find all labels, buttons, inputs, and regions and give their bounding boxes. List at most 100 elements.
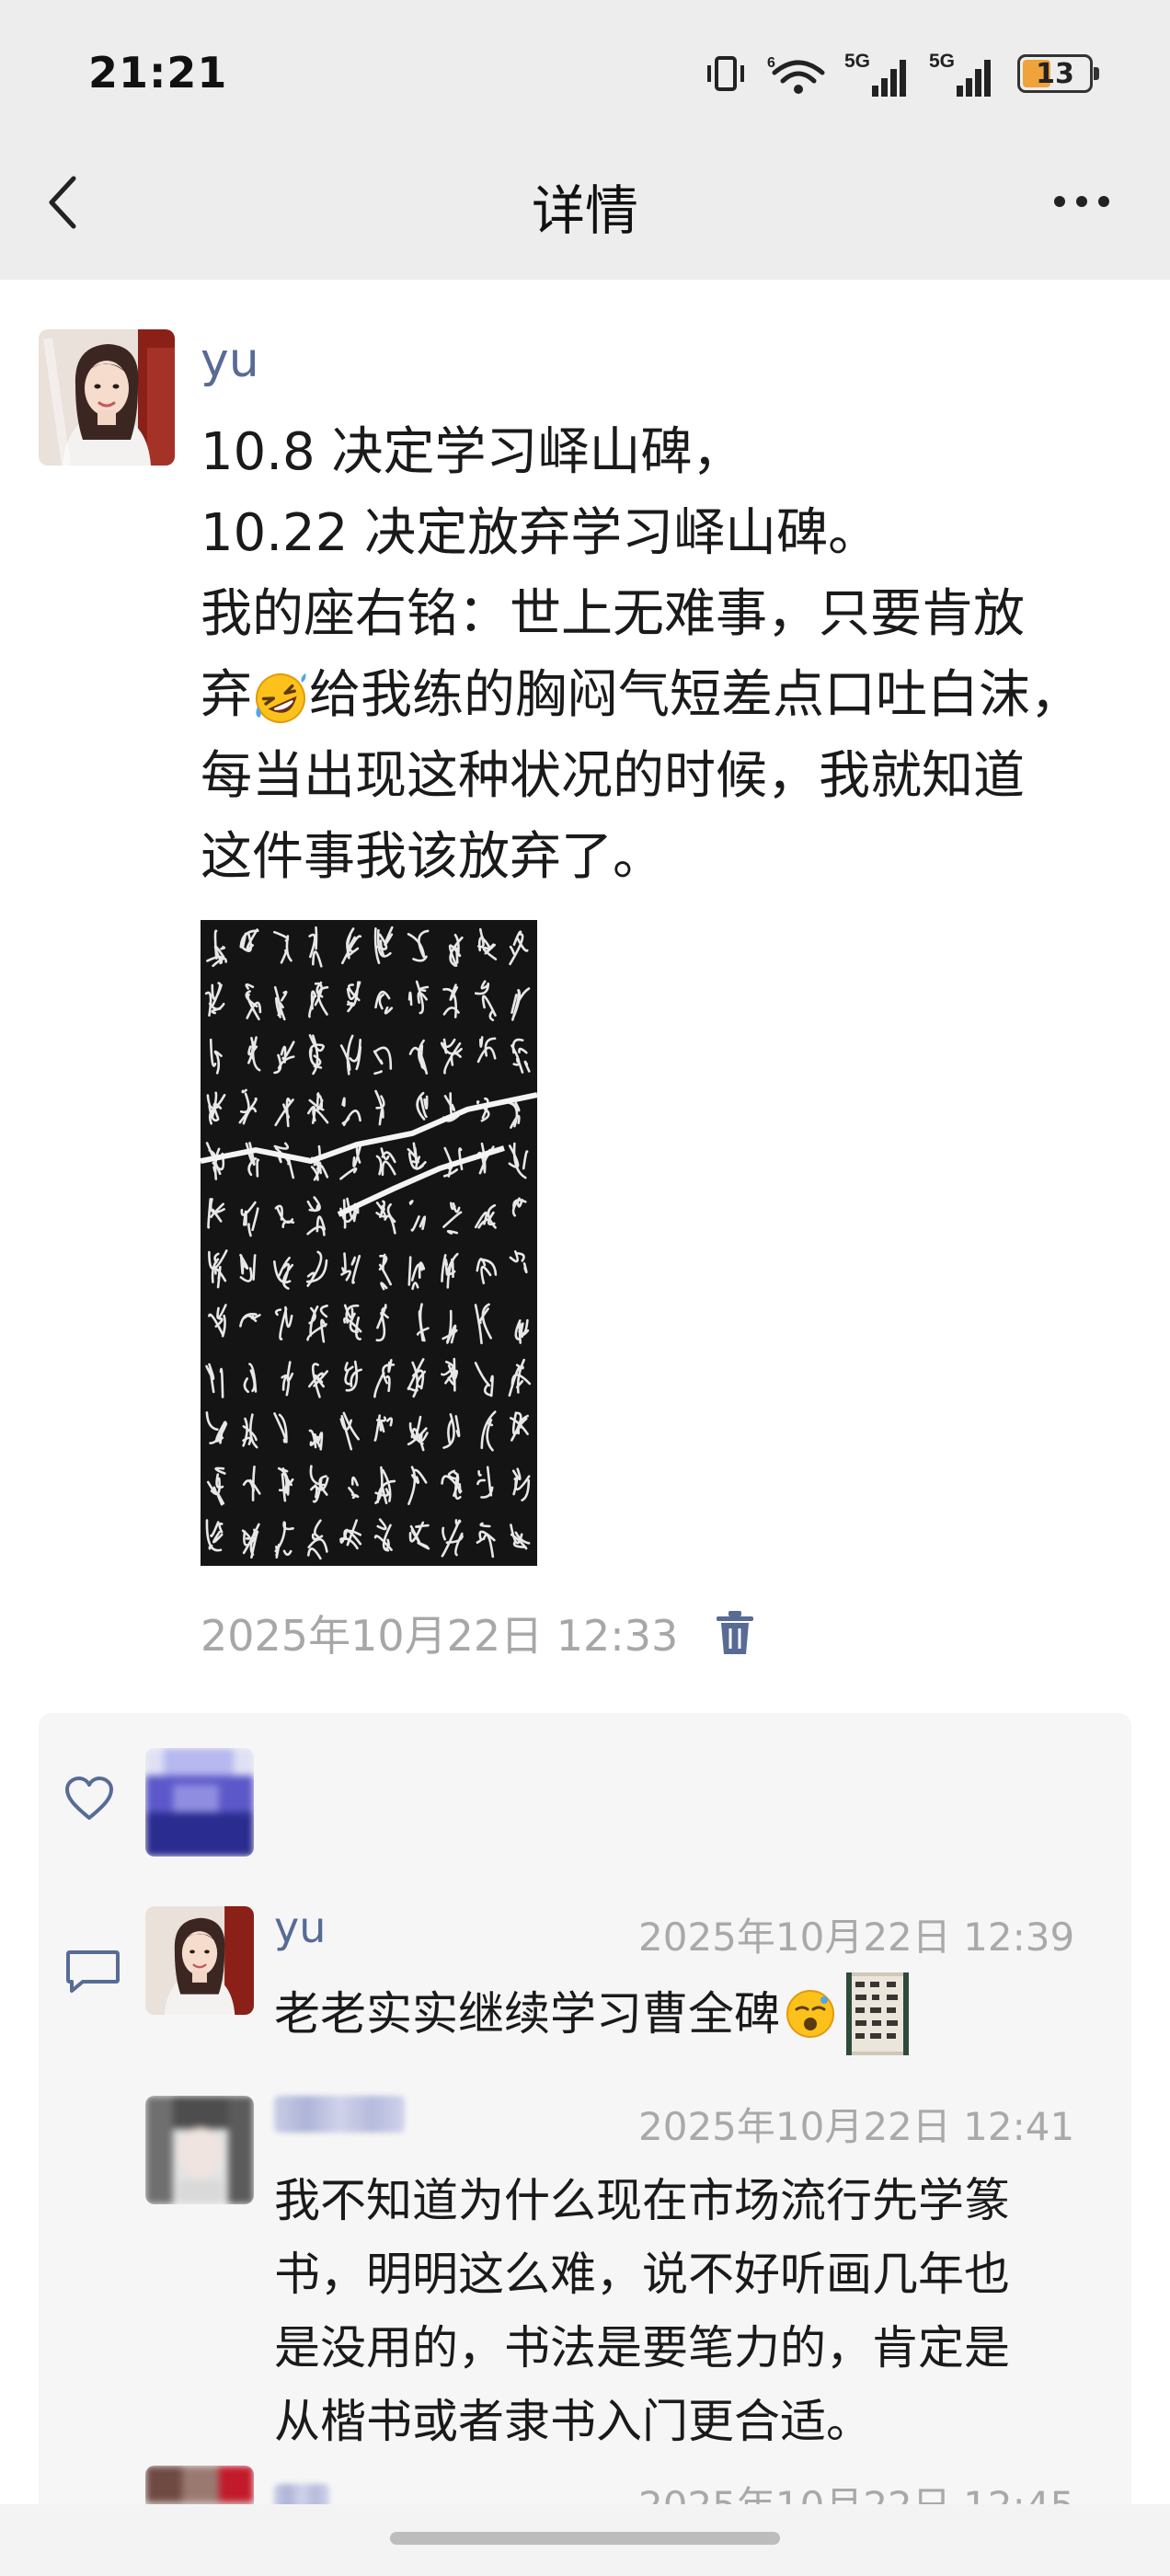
post-text-line: 弃 给我练的胸闷气短差点口吐白沫， <box>201 655 1130 736</box>
stele-glyph <box>242 1466 261 1501</box>
network-label: 5G <box>844 51 870 72</box>
comment-text-body: 老老实实继续学习曹全碑 <box>274 1987 780 2041</box>
stele-glyph <box>309 1465 329 1503</box>
stele-glyph <box>273 985 288 1021</box>
stele-glyph <box>307 981 329 1018</box>
stele-glyph <box>373 1518 393 1552</box>
stele-glyph <box>239 928 259 952</box>
post-text-line: 10.22 决定放弃学习峄山碑。 <box>201 503 880 563</box>
stele-glyph <box>476 1258 498 1284</box>
stele-glyph <box>209 1038 223 1075</box>
stele-glyph <box>441 1469 463 1500</box>
top-bar: 21:21 6 5G 5G 13 详情 <box>0 0 1170 280</box>
avatar[interactable] <box>39 329 175 466</box>
stele-glyph <box>407 1466 428 1505</box>
comment-author[interactable]: yu <box>274 1903 326 1952</box>
more-dots-icon <box>1054 196 1109 207</box>
awkward-emoji <box>786 1990 834 2038</box>
stele-glyph <box>407 1256 426 1291</box>
stele-glyph <box>476 1522 496 1558</box>
stele-glyph <box>511 1197 527 1217</box>
stele-glyph <box>339 1034 362 1075</box>
stele-glyph <box>477 927 498 960</box>
stele-glyph <box>480 1410 497 1452</box>
stele-glyph <box>204 982 225 1017</box>
network-label: 5G <box>929 51 955 72</box>
stele-glyph <box>273 1256 294 1290</box>
comment-avatar[interactable] <box>145 1906 254 2015</box>
stele-glyph <box>238 1088 258 1125</box>
comment-author-blurred[interactable] <box>274 2484 329 2504</box>
stele-glyph <box>476 1466 494 1499</box>
liker-avatar[interactable] <box>145 1748 254 1857</box>
post-text-line: 给我练的胸闷气短差点口吐白沫， <box>309 665 1082 725</box>
stele-glyph <box>474 980 497 1022</box>
wifi-icon: 6 <box>767 55 825 94</box>
vibrate-icon <box>707 56 744 91</box>
stele-glyph <box>206 1091 226 1125</box>
home-indicator[interactable] <box>390 2532 780 2545</box>
stele-glyph <box>416 1091 429 1121</box>
comment-time: 2025年10月22日 12:41 <box>638 2104 1075 2149</box>
stele-glyph <box>375 1200 396 1235</box>
stele-glyph <box>408 1039 429 1075</box>
stele-glyph <box>339 1519 362 1550</box>
stele-glyph <box>375 1304 389 1342</box>
post-text-line: 这件事我该放弃了。 <box>201 827 664 887</box>
comment-text-line: 书，明明这么难，说不好听画几年也 <box>274 2248 1010 2301</box>
stele-glyph <box>340 1252 361 1284</box>
stele-glyph <box>510 1524 531 1550</box>
stele-glyph <box>341 1097 361 1127</box>
stele-glyph <box>348 1476 360 1500</box>
comment-avatar[interactable] <box>145 2466 254 2504</box>
stele-glyph <box>442 1309 458 1344</box>
stele-glyph <box>378 1253 392 1291</box>
stele-glyph <box>274 1521 294 1559</box>
stele-glyph <box>373 1414 394 1442</box>
comment-image-thumbnail[interactable] <box>846 1972 909 2055</box>
stele-glyph <box>442 1413 461 1449</box>
comment-avatar[interactable] <box>145 2096 254 2204</box>
signal-icon: 5G <box>844 51 906 97</box>
stele-glyph <box>474 1303 492 1345</box>
stele-glyph <box>247 1036 261 1072</box>
post-timestamp: 2025年10月22日 12:33 <box>201 1611 679 1661</box>
comment-time: 2025年10月22日 12:45 <box>638 2475 1074 2504</box>
stele-glyph <box>508 1358 532 1397</box>
stele-rubbing-image[interactable] <box>201 920 537 1566</box>
stele-glyph <box>441 1252 459 1289</box>
stele-glyph <box>239 1312 261 1328</box>
stele-glyph <box>408 1521 430 1550</box>
stele-glyph <box>448 934 464 967</box>
stele-glyph <box>510 1411 529 1442</box>
post-text-fragment: 弃 <box>201 665 252 725</box>
stele-glyph <box>206 1466 226 1506</box>
battery-level: 13 <box>1036 57 1074 90</box>
stele-glyph <box>239 1254 257 1282</box>
stele-glyph <box>441 1357 459 1392</box>
stele-glyph <box>307 1519 328 1560</box>
stele-glyph <box>205 1363 224 1398</box>
stele-glyph <box>511 1467 531 1501</box>
stele-glyph <box>306 1305 328 1343</box>
trash-icon[interactable] <box>714 1610 756 1656</box>
stele-glyph <box>274 1204 295 1228</box>
stele-glyph <box>306 1196 327 1236</box>
comment-author-blurred[interactable] <box>274 2096 405 2133</box>
rofl-emoji <box>256 673 306 723</box>
stele-glyph <box>408 1200 427 1232</box>
svg-text:6: 6 <box>767 55 775 71</box>
stele-glyph <box>339 1411 360 1451</box>
stele-glyph <box>374 1089 385 1126</box>
stele-glyph <box>273 1041 295 1075</box>
comment-text-line: 是没用的，书法是要笔力的，肯定是 <box>274 2321 1010 2375</box>
comment-text-line: 我不知道为什么现在市场流行先学篆 <box>274 2174 1010 2227</box>
stele-glyph <box>374 990 394 1015</box>
stele-glyph <box>208 1249 228 1289</box>
stele-glyph <box>240 1201 259 1237</box>
comment-time: 2025年10月22日 12:39 <box>638 1915 1075 1960</box>
stele-glyph <box>474 1362 494 1397</box>
stele-glyph <box>442 1202 463 1235</box>
more-button[interactable] <box>1049 180 1115 223</box>
post-author[interactable]: yu <box>201 333 259 388</box>
